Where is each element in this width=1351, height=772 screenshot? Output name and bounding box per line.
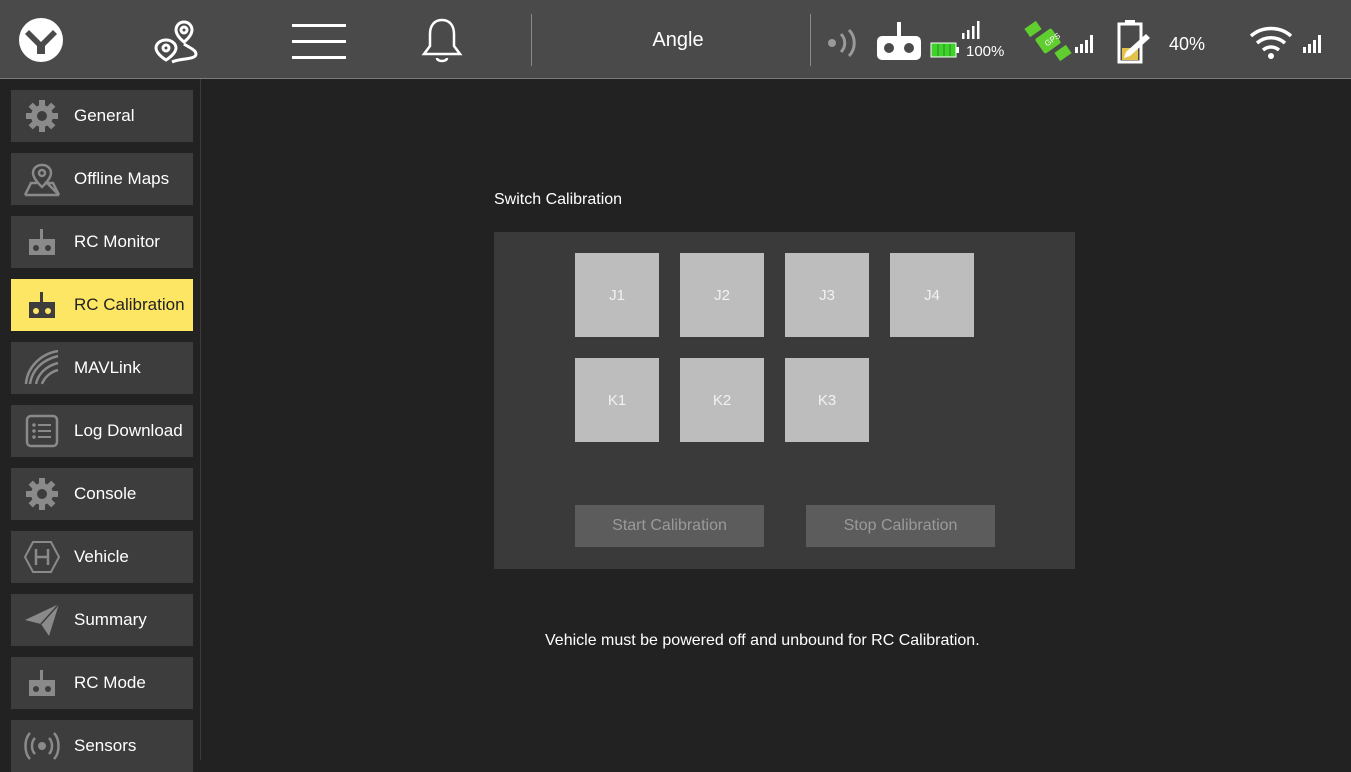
rc-battery-icon bbox=[930, 42, 960, 58]
list-icon bbox=[22, 411, 62, 451]
gear-icon bbox=[22, 474, 62, 514]
rc-signal-text: 100% bbox=[966, 43, 1005, 60]
wifi-bars-icon bbox=[1302, 34, 1326, 54]
sidebar-item-label: Sensors bbox=[74, 736, 137, 755]
wifi-icon[interactable] bbox=[1248, 24, 1294, 60]
toolbar-divider bbox=[531, 14, 532, 66]
gear-icon bbox=[22, 96, 62, 136]
rc-controller-icon[interactable] bbox=[875, 20, 923, 62]
switch-j4: J4 bbox=[890, 253, 974, 337]
toolbar: Angle 100% GPS 40% bbox=[0, 0, 1351, 79]
flight-mode-selector[interactable]: Angle bbox=[600, 22, 756, 58]
app-logo-icon[interactable] bbox=[17, 16, 65, 64]
sidebar-item-label: General bbox=[74, 106, 135, 125]
sidebar-item-mavlink[interactable]: MAVLink bbox=[11, 342, 193, 394]
map-pin-icon bbox=[22, 159, 62, 199]
hexagon-h-icon bbox=[22, 537, 62, 577]
sidebar-item-log-download[interactable]: Log Download bbox=[11, 405, 193, 457]
sidebar-item-general[interactable]: General bbox=[11, 90, 193, 142]
sidebar-item-summary[interactable]: Summary bbox=[11, 594, 193, 646]
gps-icon[interactable]: GPS bbox=[1024, 20, 1072, 62]
sidebar-item-label: MAVLink bbox=[74, 358, 141, 377]
sidebar-item-label: RC Monitor bbox=[74, 232, 160, 251]
menu-icon[interactable] bbox=[290, 20, 348, 64]
sidebar-item-label: Summary bbox=[74, 610, 147, 629]
gps-bars-icon bbox=[1074, 34, 1096, 54]
mavlink-waves-icon bbox=[22, 348, 62, 388]
sidebar-item-label: Vehicle bbox=[74, 547, 129, 566]
calibration-panel: J1 J2 J3 J4 K1 K2 K3 Start Calibration S… bbox=[494, 232, 1075, 569]
sidebar-item-offline-maps[interactable]: Offline Maps bbox=[11, 153, 193, 205]
bell-icon[interactable] bbox=[420, 16, 464, 66]
start-calibration-button[interactable]: Start Calibration bbox=[575, 505, 764, 547]
sidebar-item-sensors[interactable]: Sensors bbox=[11, 720, 193, 772]
rc-controller-icon bbox=[22, 222, 62, 262]
sidebar-item-label: Log Download bbox=[74, 421, 183, 440]
route-plan-icon[interactable] bbox=[150, 18, 210, 64]
paper-plane-icon bbox=[22, 600, 62, 640]
switch-k1: K1 bbox=[575, 358, 659, 442]
vehicle-battery-icon[interactable] bbox=[1116, 18, 1152, 66]
switch-k2: K2 bbox=[680, 358, 764, 442]
sidebar-item-label: Console bbox=[74, 484, 137, 503]
sensor-icon bbox=[22, 726, 62, 766]
rc-controller-icon bbox=[22, 285, 62, 325]
settings-sidebar: General Offline Maps RC Monitor RC Calib… bbox=[0, 79, 201, 772]
sidebar-item-rc-calibration[interactable]: RC Calibration bbox=[11, 279, 193, 331]
sidebar-item-console[interactable]: Console bbox=[11, 468, 193, 520]
sidebar-item-vehicle[interactable]: Vehicle bbox=[11, 531, 193, 583]
sidebar-item-rc-monitor[interactable]: RC Monitor bbox=[11, 216, 193, 268]
switch-j3: J3 bbox=[785, 253, 869, 337]
sidebar-item-label: Offline Maps bbox=[74, 169, 170, 188]
rc-controller-icon bbox=[22, 663, 62, 703]
signal-icon bbox=[824, 28, 862, 58]
switch-j2: J2 bbox=[680, 253, 764, 337]
toolbar-divider bbox=[810, 14, 811, 66]
sidebar-item-label: RC Mode bbox=[74, 673, 146, 692]
switch-k3: K3 bbox=[785, 358, 869, 442]
stop-calibration-button[interactable]: Stop Calibration bbox=[806, 505, 995, 547]
section-title: Switch Calibration bbox=[494, 191, 623, 208]
battery-percent-text: 40% bbox=[1169, 34, 1206, 54]
sidebar-item-label: RC Calibration bbox=[74, 295, 185, 314]
rc-rssi-icon bbox=[961, 20, 981, 40]
calibration-message: Vehicle must be powered off and unbound … bbox=[545, 632, 980, 649]
switch-j1: J1 bbox=[575, 253, 659, 337]
sidebar-item-rc-mode[interactable]: RC Mode bbox=[11, 657, 193, 709]
